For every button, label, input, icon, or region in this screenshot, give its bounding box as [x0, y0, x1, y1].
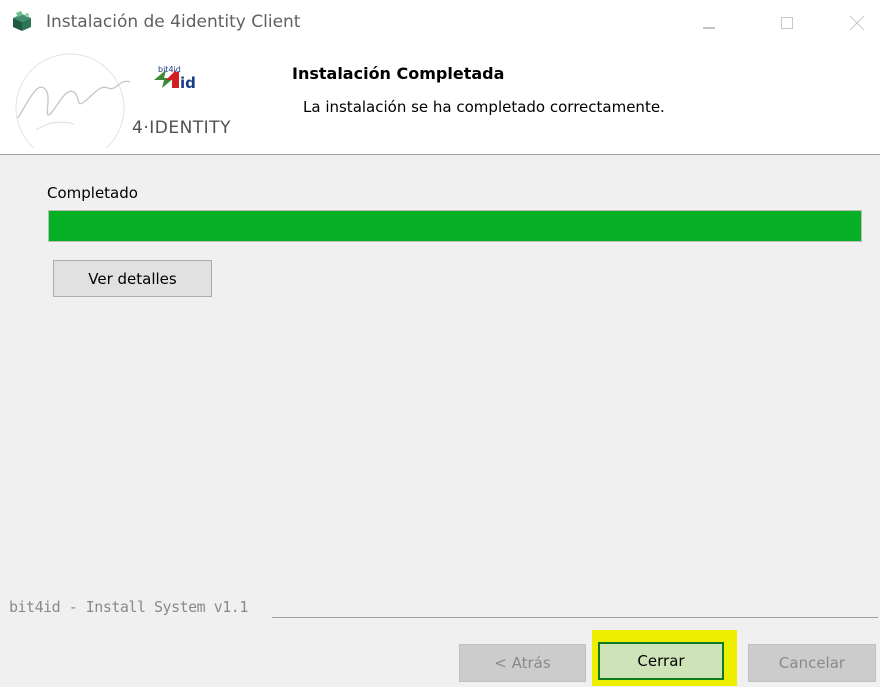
- close-button[interactable]: Cerrar: [598, 642, 724, 680]
- status-label: Completado: [47, 184, 138, 202]
- minimize-icon: [703, 27, 715, 29]
- window-title: Instalación de 4identity Client: [46, 12, 301, 32]
- cancel-button[interactable]: Cancelar: [748, 644, 876, 682]
- installer-branding: bit4id - Install System v1.1: [9, 598, 248, 616]
- installer-header: id bit4id 4·IDENTITY Instalación Complet…: [0, 46, 880, 163]
- close-window-button[interactable]: [834, 0, 880, 46]
- logo-text: 4·IDENTITY: [132, 118, 231, 138]
- svg-text:id: id: [180, 74, 196, 92]
- bit4id-logo: id bit4id 4·IDENTITY: [8, 50, 258, 163]
- installer-app-icon: [13, 11, 31, 31]
- minimize-button[interactable]: [686, 0, 732, 46]
- svg-text:bit4id: bit4id: [158, 65, 181, 74]
- progress-bar: [48, 210, 862, 242]
- close-icon: [849, 15, 865, 31]
- progress-bar-fill: [49, 211, 861, 241]
- page-title: Instalación Completada: [292, 64, 505, 83]
- maximize-button[interactable]: [764, 0, 810, 46]
- maximize-icon: [781, 17, 793, 29]
- back-button[interactable]: < Atrás: [459, 644, 586, 682]
- page-subtitle: La instalación se ha completado correcta…: [303, 98, 665, 116]
- branding-divider: [272, 617, 878, 618]
- show-details-button[interactable]: Ver detalles: [53, 260, 212, 297]
- title-bar: Instalación de 4identity Client: [0, 0, 880, 46]
